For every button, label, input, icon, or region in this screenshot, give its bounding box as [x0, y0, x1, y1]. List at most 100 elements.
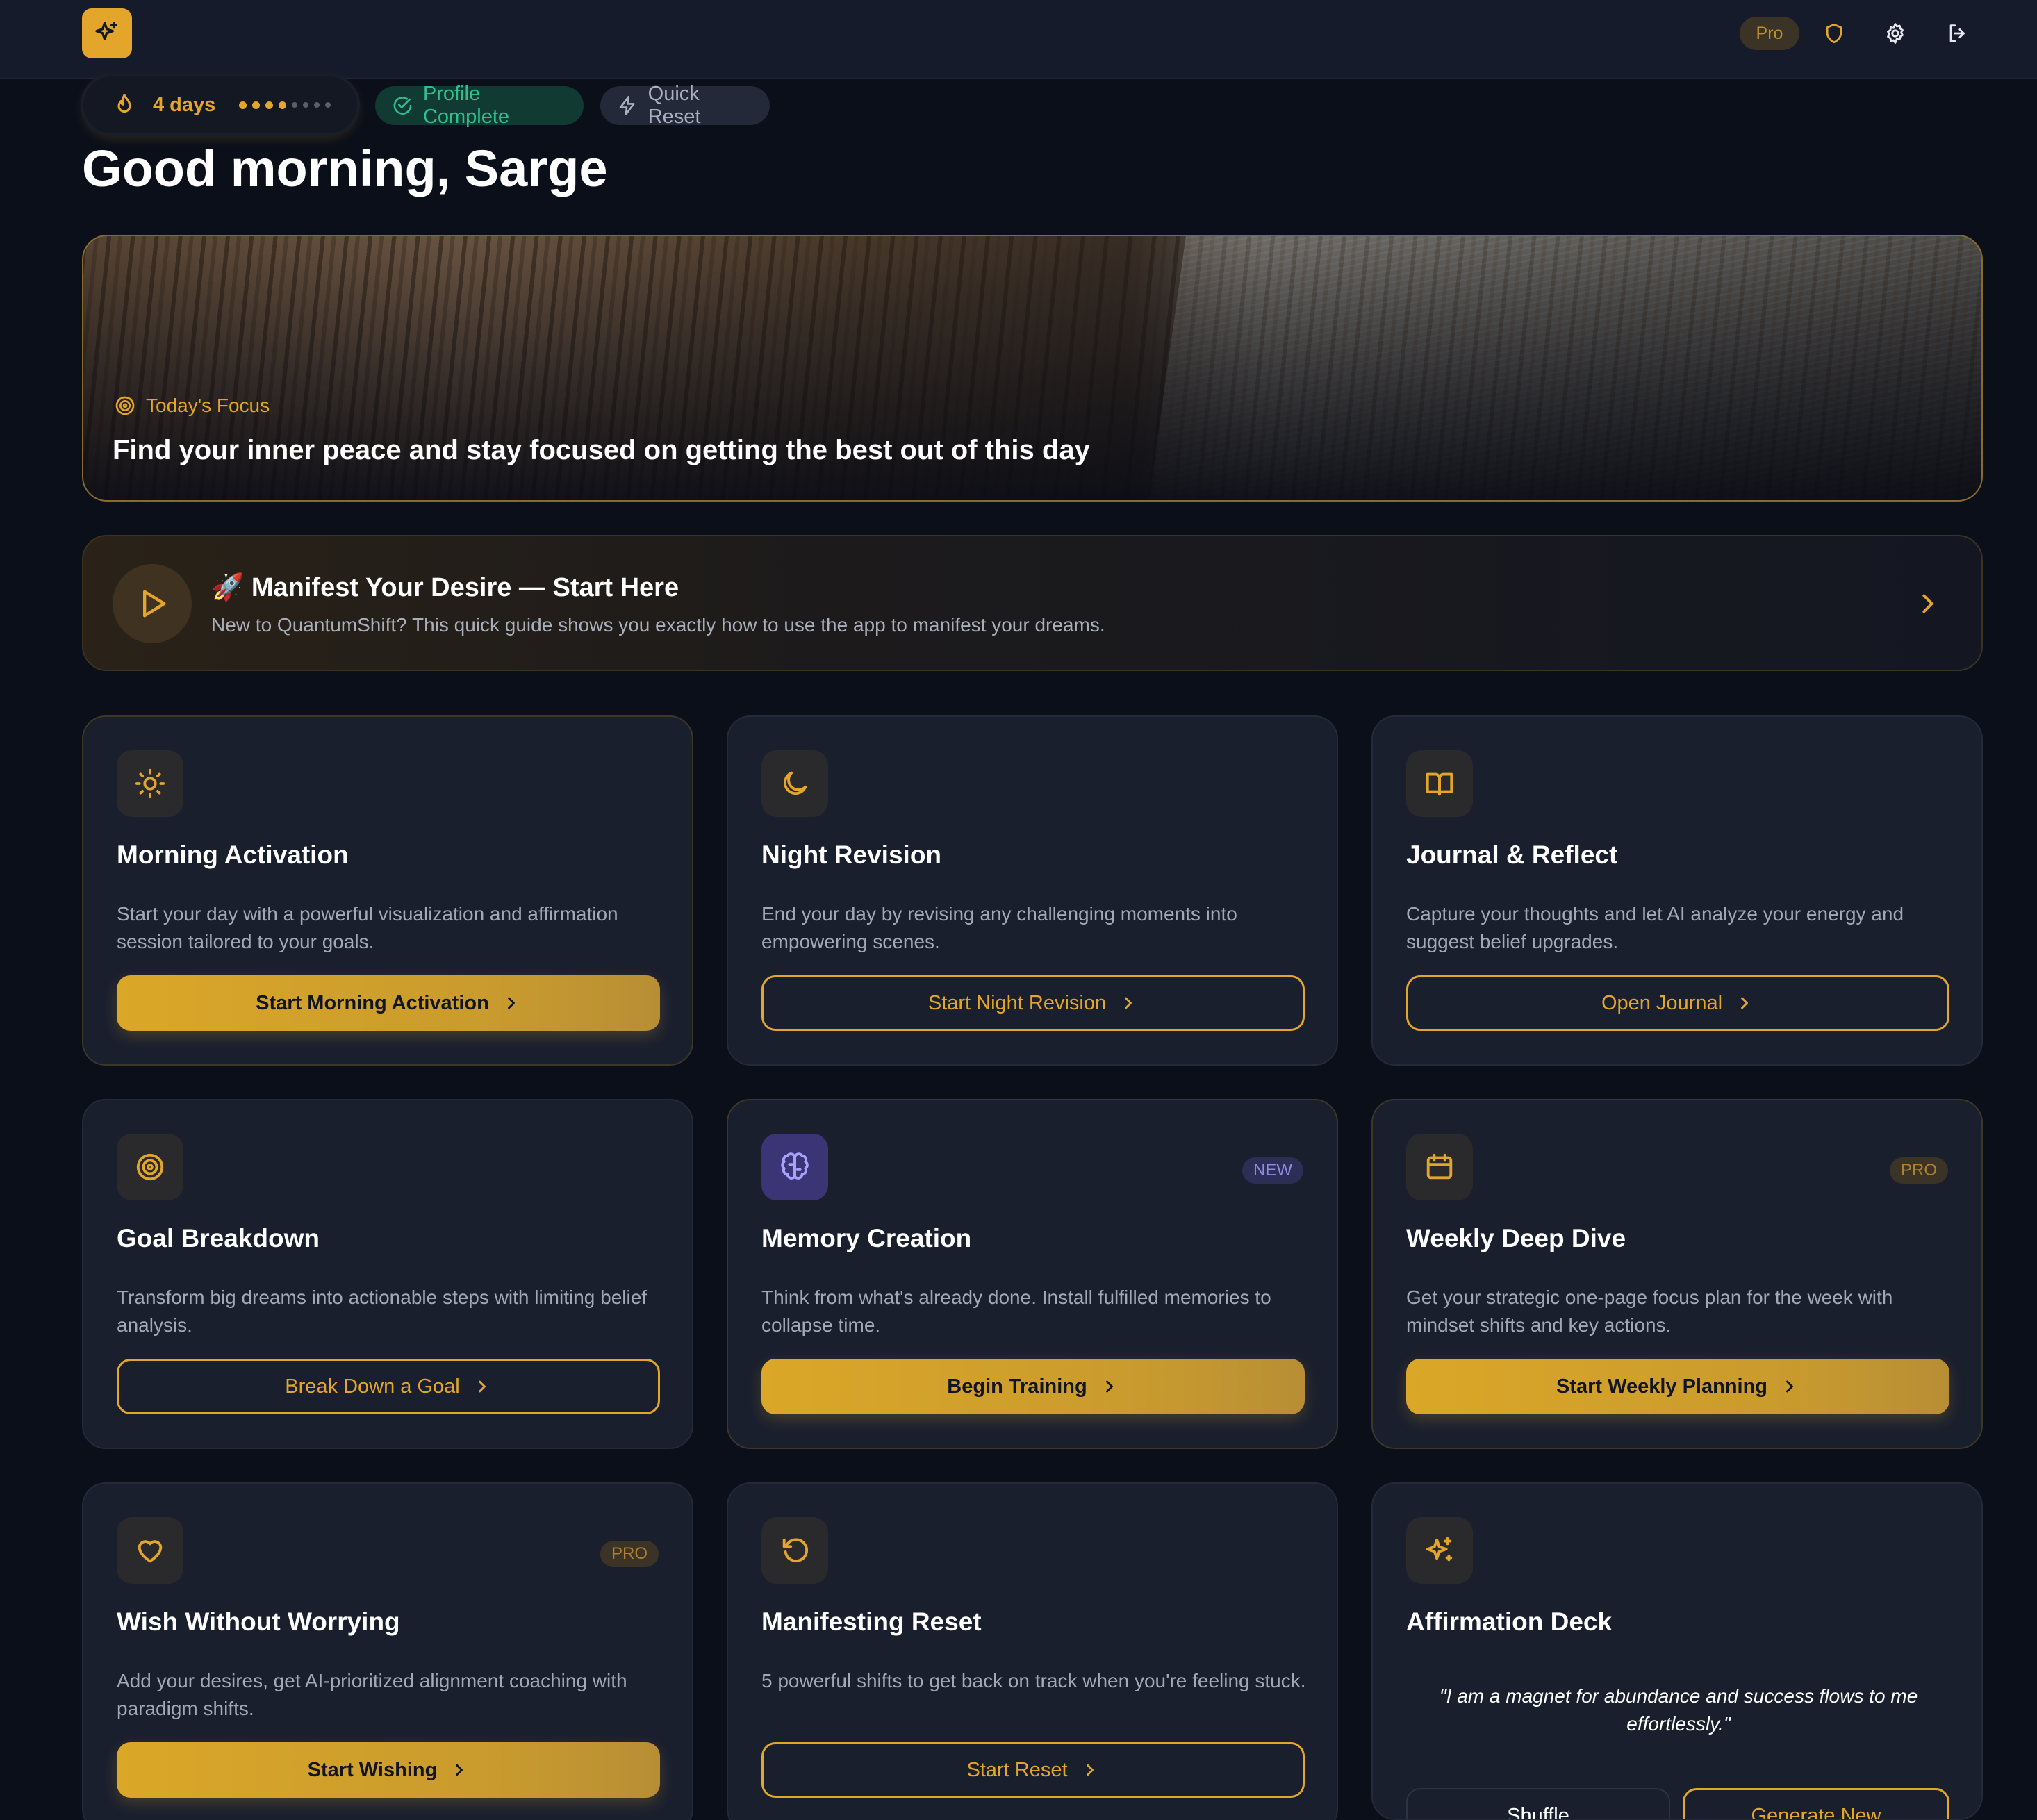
pro-badge: PRO — [1889, 1157, 1948, 1184]
streak-pill[interactable]: 4 days — [83, 76, 357, 133]
sparkles-icon — [95, 22, 117, 40]
card-title: Affirmation Deck — [1406, 1607, 1613, 1636]
profile-chip-label: Profile Complete — [422, 83, 510, 128]
card-title: Memory Creation — [761, 1224, 972, 1252]
start-morning-activation-button[interactable]: Start Morning Activation — [117, 975, 660, 1031]
chevron-right-icon — [478, 1380, 486, 1393]
start-reset-button[interactable]: Start Reset — [761, 1742, 1305, 1798]
card-icon-wrap — [117, 750, 183, 817]
target-icon — [136, 1153, 164, 1181]
streak-dot-empty — [292, 102, 298, 108]
book-icon — [1426, 772, 1453, 796]
chevron-right-icon — [456, 1764, 463, 1776]
card-title: Weekly Deep Dive — [1406, 1224, 1626, 1252]
card-wish-without-worrying: PRO Wish Without Worrying Add your desir… — [82, 1482, 693, 1820]
todays-focus-hero: Today's Focus Find your inner peace and … — [82, 235, 1983, 502]
brain-icon — [781, 1152, 809, 1180]
chevron-right-icon — [1105, 1380, 1113, 1393]
card-title: Goal Breakdown — [117, 1224, 320, 1252]
card-icon-wrap — [1406, 750, 1473, 817]
sparkles-icon — [1426, 1537, 1453, 1562]
card-weekly-deep-dive: PRO Weekly Deep Dive Get your strategic … — [1371, 1099, 1983, 1449]
break-down-goal-button[interactable]: Break Down a Goal — [117, 1359, 660, 1414]
card-memory-creation: NEW Memory Creation Think from what's al… — [727, 1099, 1338, 1449]
play-icon — [143, 590, 166, 618]
card-icon-wrap — [761, 750, 828, 817]
chevron-right-icon[interactable] — [1912, 588, 1944, 620]
chevron-right-icon — [1741, 997, 1749, 1009]
card-title: Morning Activation — [117, 841, 349, 869]
card-description: Think from what's already done. Install … — [761, 1287, 1271, 1336]
card-manifesting-reset: Manifesting Reset 5 powerful shifts to g… — [727, 1482, 1338, 1820]
button-label: Start Reset — [966, 1758, 1068, 1781]
shuffle-button[interactable]: Shuffle — [1406, 1788, 1670, 1819]
card-description: Transform big dreams into actionable ste… — [117, 1287, 648, 1336]
greeting-heading: Good morning, Sarge — [82, 140, 608, 197]
rotate-ccw-icon — [782, 1538, 808, 1562]
streak-dot-filled — [239, 101, 247, 109]
chevron-right-icon — [507, 997, 515, 1009]
shield-button[interactable] — [1817, 17, 1851, 50]
focus-label: Today's Focus — [114, 395, 270, 417]
guide-subtitle: New to QuantumShift? This quick guide sh… — [211, 614, 1105, 636]
button-label: Start Weekly Planning — [1556, 1375, 1768, 1398]
affirmation-quote: "I am a magnet for abundance and success… — [1439, 1685, 1918, 1735]
chevron-right-icon — [1786, 1380, 1793, 1393]
guide-title: 🚀 Manifest Your Desire — Start Here — [211, 573, 679, 602]
button-label: Break Down a Goal — [285, 1375, 460, 1398]
card-icon-wrap — [761, 1517, 828, 1584]
card-icon-wrap — [1406, 1517, 1473, 1584]
start-here-guide-banner[interactable]: 🚀 Manifest Your Desire — Start Here New … — [82, 535, 1983, 671]
streak-dots — [239, 101, 331, 109]
start-wishing-button[interactable]: Start Wishing — [117, 1742, 660, 1798]
card-description: Capture your thoughts and let AI analyze… — [1406, 903, 1904, 952]
quick-reset-label: Quick Reset — [648, 83, 701, 128]
card-title: Night Revision — [761, 841, 942, 869]
flame-icon — [117, 94, 131, 113]
button-label: Begin Training — [947, 1375, 1087, 1398]
streak-dot-empty — [314, 102, 320, 108]
start-weekly-planning-button[interactable]: Start Weekly Planning — [1406, 1359, 1949, 1414]
card-description: Get your strategic one-page focus plan f… — [1406, 1287, 1893, 1336]
play-button[interactable] — [113, 564, 192, 643]
streak-dot-filled — [279, 101, 287, 109]
target-icon — [115, 396, 135, 415]
card-title: Manifesting Reset — [761, 1607, 982, 1636]
app-logo[interactable] — [82, 8, 132, 58]
card-icon-wrap — [117, 1134, 183, 1200]
start-night-revision-button[interactable]: Start Night Revision — [761, 975, 1305, 1031]
card-morning-activation: Morning Activation Start your day with a… — [82, 715, 693, 1066]
card-goal-breakdown: Goal Breakdown Transform big dreams into… — [82, 1099, 693, 1449]
quick-reset-chip[interactable]: Quick Reset — [600, 83, 770, 128]
shield-icon — [1826, 23, 1842, 44]
gear-icon — [1887, 23, 1904, 44]
streak-dot-filled — [252, 101, 261, 109]
calendar-icon — [1426, 1153, 1453, 1180]
new-badge: NEW — [1242, 1157, 1303, 1184]
top-bar: Pro — [0, 0, 2037, 79]
streak-dot-empty — [325, 102, 331, 108]
logout-icon — [1949, 24, 1965, 42]
logout-button[interactable] — [1941, 17, 1974, 50]
card-icon-wrap — [1406, 1134, 1473, 1200]
focus-label-text: Today's Focus — [146, 395, 270, 416]
card-title: Journal & Reflect — [1406, 841, 1618, 869]
button-label: Start Night Revision — [927, 991, 1107, 1014]
open-journal-button[interactable]: Open Journal — [1406, 975, 1949, 1031]
settings-button[interactable] — [1879, 17, 1912, 50]
card-affirmation-deck: Affirmation Deck "I am a magnet for abun… — [1371, 1482, 1983, 1820]
button-label: Start Morning Activation — [256, 991, 489, 1014]
profile-complete-chip[interactable]: Profile Complete — [375, 83, 584, 128]
card-title: Wish Without Worrying — [117, 1607, 400, 1636]
card-description: Add your desires, get AI-prioritized ali… — [117, 1670, 627, 1719]
generate-new-button[interactable]: Generate New — [1683, 1788, 1949, 1819]
button-label: Open Journal — [1601, 991, 1723, 1014]
card-description: End your day by revising any challenging… — [761, 903, 1237, 952]
card-night-revision: Night Revision End your day by revising … — [727, 715, 1338, 1066]
card-description: Start your day with a powerful visualiza… — [117, 903, 618, 952]
streak-days: 4 days — [153, 93, 216, 116]
plan-badge[interactable]: Pro — [1740, 17, 1799, 50]
begin-training-button[interactable]: Begin Training — [761, 1359, 1305, 1414]
card-icon-wrap — [761, 1134, 828, 1200]
focus-statement: Find your inner peace and stay focused o… — [113, 435, 1090, 465]
